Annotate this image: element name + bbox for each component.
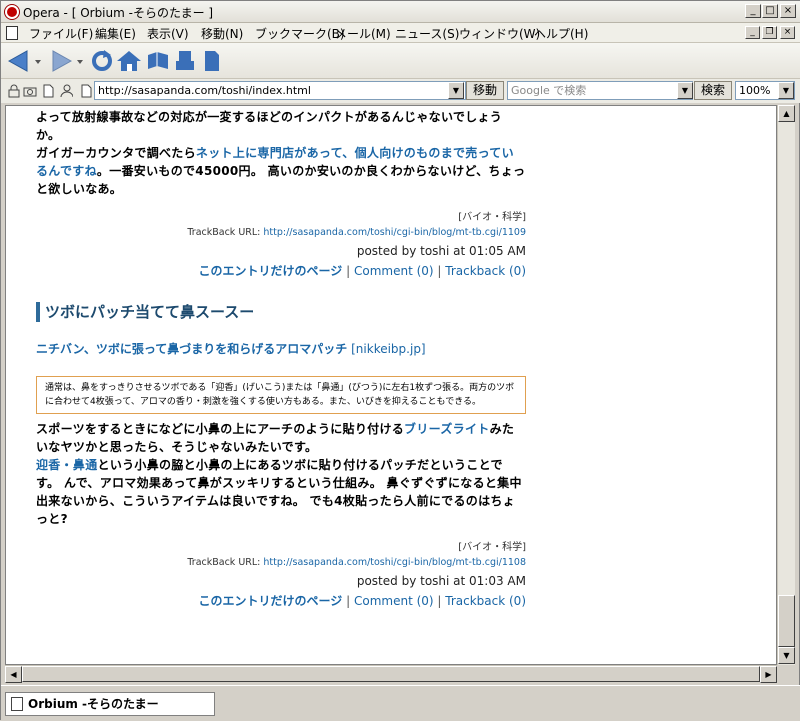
comment-link[interactable]: Comment (0) (354, 594, 434, 608)
menu-news[interactable]: ニュース(S) (395, 25, 459, 42)
menu-edit[interactable]: 編集(E) (95, 25, 136, 42)
trackback-url-link[interactable]: http://sasapanda.com/toshi/cgi-bin/blog/… (263, 227, 526, 238)
separator: | (433, 264, 446, 278)
page-icon[interactable] (41, 84, 55, 98)
scroll-left-button[interactable]: ◀ (5, 666, 22, 683)
address-page-icon (81, 84, 92, 98)
menu-mail[interactable]: メール(M) (335, 25, 391, 42)
camera-icon[interactable] (23, 84, 37, 98)
search-engine-dropdown[interactable]: ▼ (677, 82, 693, 99)
mdi-restore-button[interactable]: ❐ (762, 26, 777, 39)
paragraph: よって放射線事故などの対応が一変するほどのインパクトがあるんじゃないでしょうか。… (36, 108, 526, 198)
posted-by: posted by toshi at 01:05 AM (356, 244, 526, 258)
entry-links: このエントリだけのページ | Comment (0) | Trackback (… (36, 592, 526, 609)
scroll-right-button[interactable]: ▶ (760, 666, 777, 683)
page-content: よって放射線事故などの対応が一変するほどのインパクトがあるんじゃないでしょうか。… (5, 105, 777, 665)
blockquote: 通常は、鼻をすっきりさせるツボである「迎香」(げいこう)または「鼻通」(びつう)… (36, 376, 526, 414)
entry-title: ツボにパッチ当てて鼻スースー (36, 302, 526, 322)
entry-links: このエントリだけのページ | Comment (0) | Trackback (… (36, 262, 526, 279)
category-link[interactable]: [バイオ・科学] (36, 208, 526, 223)
menu-window[interactable]: ウィンドウ(W) (459, 25, 540, 42)
source-article-link[interactable]: ニチバン、ツボに張って鼻づまりを和らげるアロマパッチ (36, 342, 347, 356)
close-button[interactable]: × (780, 4, 796, 18)
horizontal-scroll-thumb[interactable] (22, 666, 760, 682)
permalink-link[interactable]: このエントリだけのページ (199, 594, 343, 608)
separator: | (342, 594, 354, 608)
back-dropdown-icon[interactable] (33, 49, 43, 73)
user-icon[interactable] (59, 84, 73, 98)
trackback-url: TrackBack URL: http://sasapanda.com/tosh… (36, 227, 526, 238)
entry-1102: よって放射線事故などの対応が一変するほどのインパクトがあるんじゃないでしょうか。… (36, 108, 526, 279)
address-dropdown-button[interactable]: ▼ (448, 82, 464, 99)
acupoint-link[interactable]: 迎香・鼻通 (36, 458, 98, 472)
tab-label: Orbium -そらのたまー (28, 697, 159, 711)
breathe-right-link[interactable]: ブリーズライト (404, 422, 490, 436)
mdi-minimize-button[interactable]: _ (745, 26, 760, 39)
scroll-up-button[interactable]: ▲ (778, 105, 795, 122)
minimize-button[interactable]: _ (745, 4, 761, 18)
trackback-url-link[interactable]: http://sasapanda.com/toshi/cgi-bin/blog/… (263, 557, 526, 568)
hotlist-icon[interactable] (145, 49, 171, 73)
trackback-link[interactable]: Trackback (0) (445, 594, 526, 608)
entry-meta: [バイオ・科学] TrackBack URL: http://sasapanda… (36, 538, 526, 609)
entry-1108: ツボにパッチ当てて鼻スースー ニチバン、ツボに張って鼻づまりを和らげるアロマパッ… (36, 302, 526, 609)
text: 。一番安いもので45000円。 高いのか安いのか良くわからないけど、ちょっと欲し… (36, 164, 526, 196)
title-bar: Opera - [ Orbium -そらのたまー ] _ □ × (1, 1, 800, 23)
entry-meta: [バイオ・科学] TrackBack URL: http://sasapanda… (36, 208, 526, 279)
menu-view[interactable]: 表示(V) (147, 25, 189, 42)
window-title: Opera - [ Orbium -そらのたまー ] (23, 6, 214, 20)
tab-bar: Orbium -そらのたまー (1, 685, 800, 721)
go-button[interactable]: 移動 (466, 81, 504, 100)
horizontal-scrollbar[interactable]: ◀ ▶ (5, 665, 777, 683)
paragraph: スポーツをするときになどに小鼻の上にアーチのように貼り付けるブリーズライトみたい… (36, 420, 526, 528)
address-bar: http://sasapanda.com/toshi/index.html ▼ … (1, 79, 800, 103)
permalink-link[interactable]: このエントリだけのページ (199, 264, 343, 278)
trackback-label: TrackBack URL: (187, 227, 264, 238)
reload-icon[interactable] (89, 49, 115, 73)
text: ガイガーカウンタで調べたら (36, 146, 196, 160)
vertical-scroll-thumb[interactable] (778, 595, 795, 647)
trackback-label: TrackBack URL: (187, 557, 264, 568)
vertical-scrollbar[interactable]: ▲ ▼ (777, 105, 795, 665)
opera-logo-icon (5, 5, 19, 19)
lock-icon[interactable] (7, 84, 21, 98)
page-icon (11, 697, 23, 711)
menu-file[interactable]: ファイル(F) (29, 25, 93, 42)
back-icon[interactable] (7, 49, 33, 73)
text: よって放射線事故などの対応が一変するほどのインパクトがあるんじゃないでしょうか。 (36, 110, 503, 142)
separator: | (342, 264, 354, 278)
print-icon[interactable] (173, 49, 197, 73)
navigation-toolbar (1, 43, 800, 79)
search-button[interactable]: 検索 (694, 81, 732, 100)
category-link[interactable]: [バイオ・科学] (36, 538, 526, 553)
forward-icon[interactable] (49, 49, 75, 73)
menu-help[interactable]: ヘルプ(H) (534, 25, 588, 42)
forward-dropdown-icon[interactable] (75, 49, 85, 73)
search-input[interactable]: Google で検索 (507, 81, 693, 100)
comment-link[interactable]: Comment (0) (354, 264, 434, 278)
browser-window: Opera - [ Orbium -そらのたまー ] _ □ × ファイル(F)… (0, 0, 800, 721)
home-icon[interactable] (115, 49, 143, 73)
separator: | (433, 594, 446, 608)
text: スポーツをするときになどに小鼻の上にアーチのように貼り付ける (36, 422, 405, 436)
text: という小鼻の脇と小鼻の上にあるツボに貼り付けるパッチだということです。 んで、ア… (36, 458, 522, 526)
document-icon[interactable] (201, 49, 223, 73)
scroll-down-button[interactable]: ▼ (778, 647, 795, 664)
menu-navigate[interactable]: 移動(N) (201, 25, 243, 42)
mdi-close-button[interactable]: × (780, 26, 795, 39)
source-line: ニチバン、ツボに張って鼻づまりを和らげるアロマパッチ [nikkeibp.jp] (36, 340, 526, 358)
trackback-url: TrackBack URL: http://sasapanda.com/tosh… (36, 557, 526, 568)
posted-by: posted by toshi at 01:03 AM (356, 574, 526, 588)
menu-bar: ファイル(F) 編集(E) 表示(V) 移動(N) ブックマーク(B) メール(… (1, 23, 800, 43)
maximize-button[interactable]: □ (762, 4, 778, 18)
menu-bookmarks[interactable]: ブックマーク(B) (255, 25, 345, 42)
source-site-link[interactable]: [nikkeibp.jp] (351, 342, 426, 356)
tab-orbium[interactable]: Orbium -そらのたまー (5, 692, 215, 716)
trackback-link[interactable]: Trackback (0) (445, 264, 526, 278)
zoom-dropdown[interactable]: ▼ (778, 82, 794, 99)
address-input[interactable]: http://sasapanda.com/toshi/index.html (94, 81, 466, 100)
document-menu-icon[interactable] (6, 26, 18, 40)
